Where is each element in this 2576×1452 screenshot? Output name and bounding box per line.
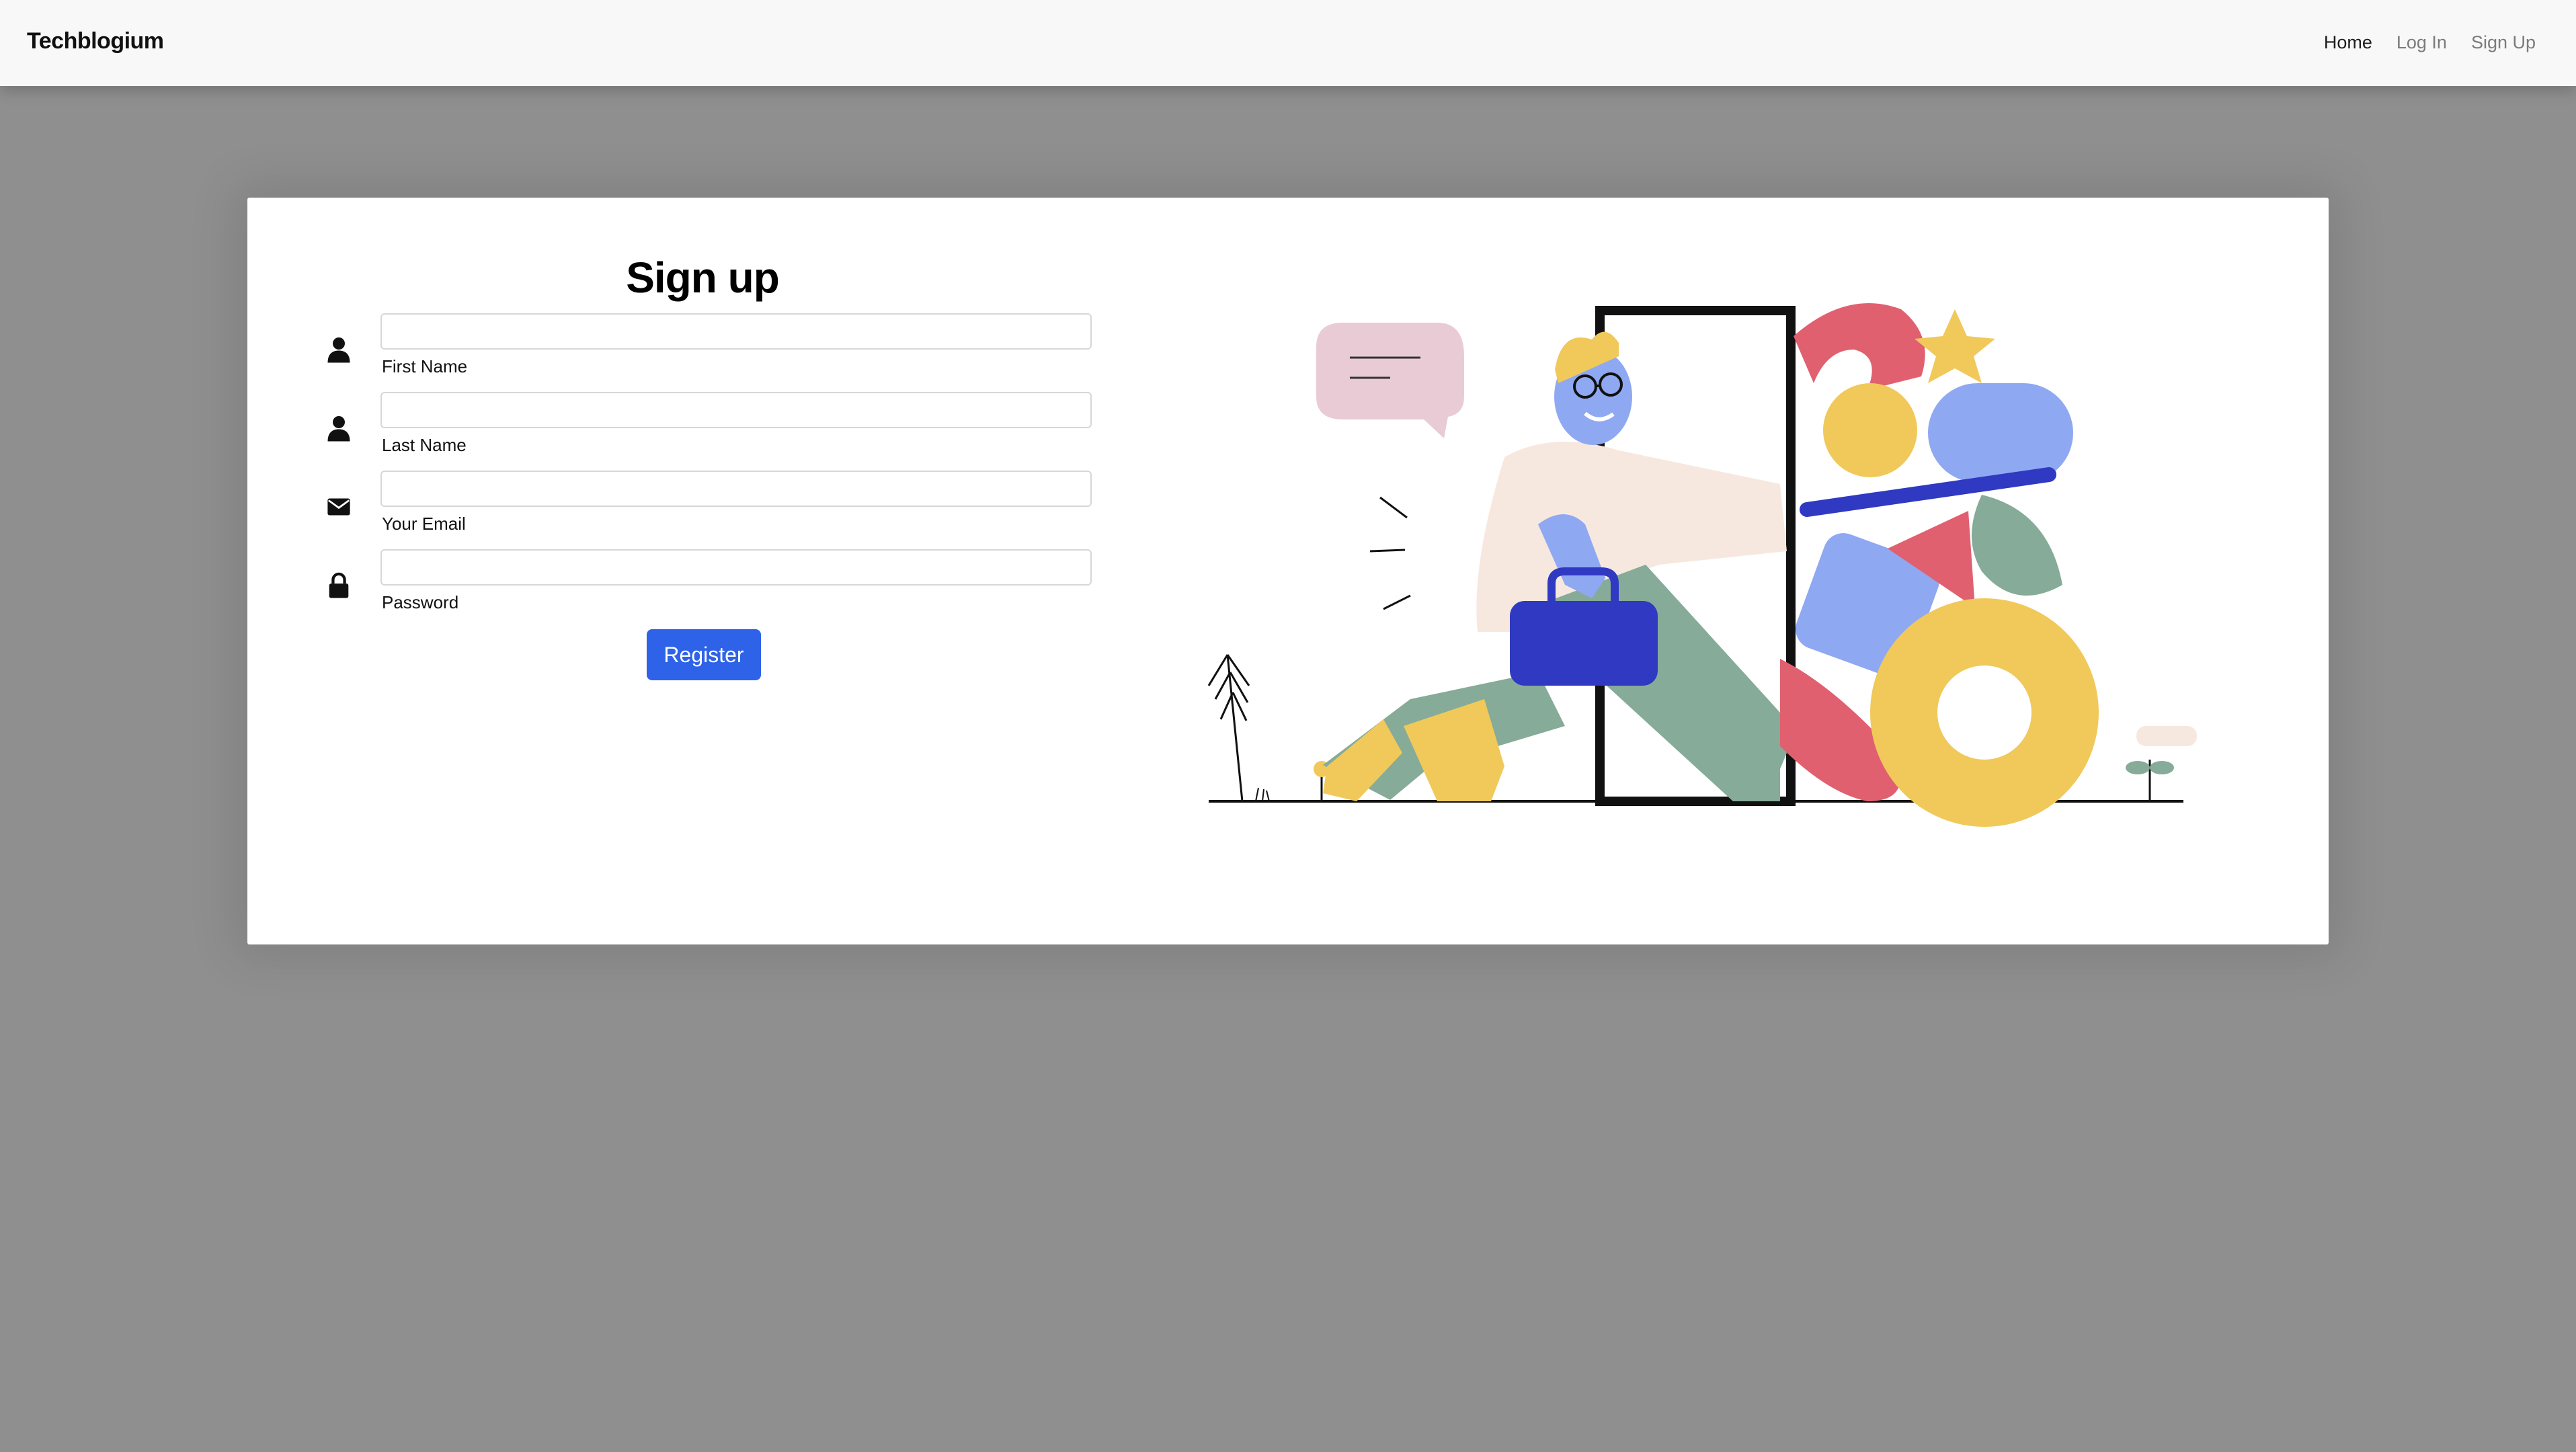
page-title: Sign up xyxy=(626,253,780,302)
email-row: Your Email xyxy=(327,471,1092,544)
brand-logo[interactable]: Techblogium xyxy=(27,28,164,54)
envelope-icon xyxy=(327,498,350,516)
lock-icon xyxy=(329,572,349,598)
nav-links: Home Log In Sign Up xyxy=(2324,32,2536,53)
top-navbar: Techblogium Home Log In Sign Up xyxy=(0,0,2576,86)
user-icon xyxy=(327,416,350,442)
user-icon xyxy=(327,337,350,363)
first-name-row: First Name xyxy=(327,313,1092,387)
last-name-input[interactable] xyxy=(380,392,1092,428)
register-button[interactable]: Register xyxy=(647,629,761,680)
speech-bubble-icon xyxy=(1316,323,1464,438)
last-name-label: Last Name xyxy=(382,435,467,455)
signup-illustration xyxy=(1207,303,2197,827)
nav-home-link[interactable]: Home xyxy=(2324,32,2372,53)
email-input[interactable] xyxy=(380,471,1092,507)
star-icon xyxy=(1915,309,1995,383)
nav-login-link[interactable]: Log In xyxy=(2397,32,2447,53)
first-name-input[interactable] xyxy=(380,313,1092,350)
email-label: Your Email xyxy=(382,514,466,534)
signup-card: Sign up First Name Last Name Your Email … xyxy=(247,198,2329,944)
password-input[interactable] xyxy=(380,549,1092,586)
last-name-row: Last Name xyxy=(327,392,1092,466)
password-row: Password xyxy=(327,549,1092,623)
geometric-shapes xyxy=(1780,303,2099,827)
first-name-label: First Name xyxy=(382,356,468,376)
nav-signup-link[interactable]: Sign Up xyxy=(2471,32,2536,53)
password-label: Password xyxy=(382,592,459,612)
briefcase-icon xyxy=(1510,601,1658,686)
plant-left-icon xyxy=(1207,654,1250,802)
